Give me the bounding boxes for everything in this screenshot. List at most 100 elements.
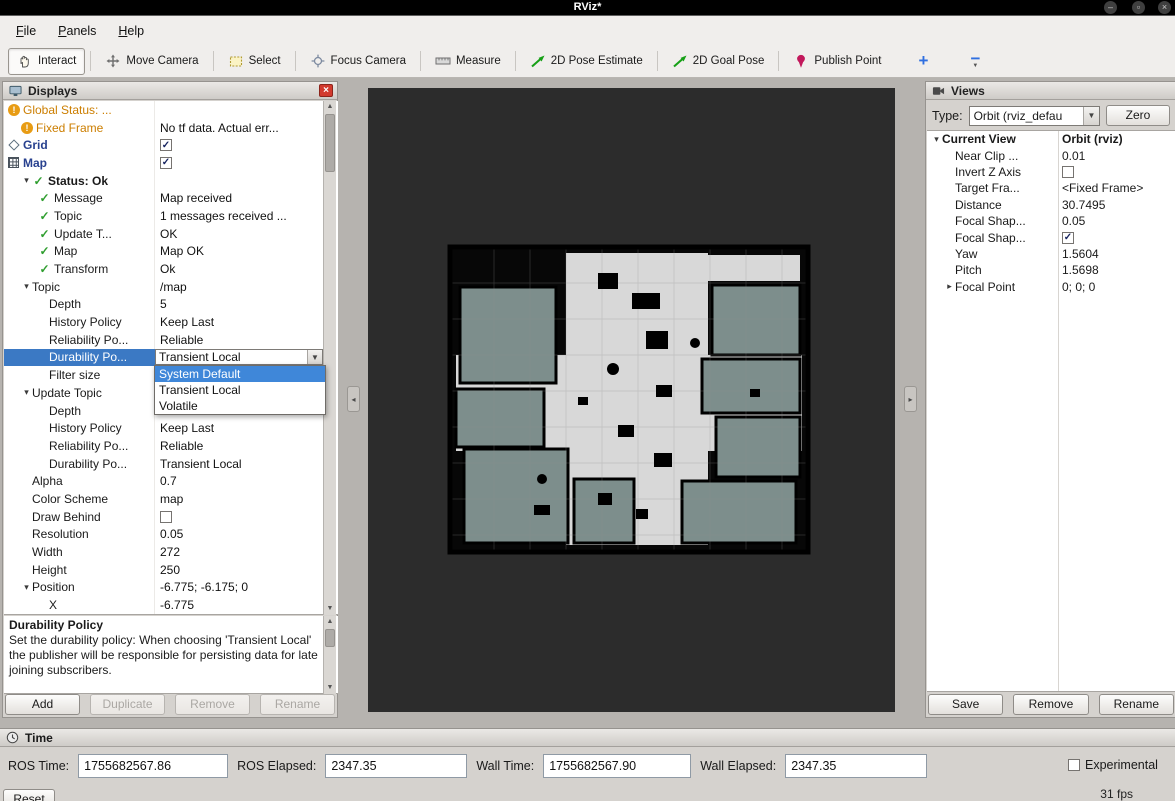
scrollbar-thumb[interactable]	[325, 114, 335, 172]
close-panel-icon[interactable]: ×	[319, 84, 333, 97]
minimize-button[interactable]: –	[1104, 1, 1117, 14]
tree-row[interactable]: ✓ Update T... OK	[4, 224, 325, 243]
tree-row[interactable]: ✓ Message Map received	[4, 189, 325, 208]
tree-row[interactable]: Yaw 1.5604	[927, 246, 1175, 262]
dropdown-option[interactable]: Volatile	[155, 398, 325, 414]
collapse-expander-icon[interactable]: ▾	[21, 281, 32, 292]
tree-row[interactable]: Draw Behind	[4, 507, 325, 526]
tree-row[interactable]: Width 272	[4, 543, 325, 561]
tree-row[interactable]: Near Clip ... 0.01	[927, 147, 1175, 163]
collapse-expander-icon[interactable]: ▾	[21, 175, 32, 186]
tree-row[interactable]: ! Global Status: ...	[4, 101, 325, 119]
render-viewport[interactable]	[368, 88, 895, 712]
chevron-down-icon[interactable]: ▼	[1083, 106, 1099, 125]
tree-row[interactable]: Depth 5	[4, 295, 325, 314]
left-splitter-handle[interactable]: ◂	[347, 386, 360, 412]
views-panel-header[interactable]: Views	[926, 82, 1175, 100]
scroll-down-icon[interactable]: ▼	[324, 603, 336, 615]
title-bar[interactable]: RViz* – ▫ ×	[0, 0, 1175, 15]
checkbox-unchecked[interactable]	[1062, 165, 1074, 178]
view-type-combo[interactable]: Orbit (rviz_defau ▼	[968, 105, 1100, 126]
dropdown-option[interactable]: System Default	[155, 366, 325, 382]
menu-item-help[interactable]: Help	[108, 20, 154, 42]
tree-row[interactable]: Height 250	[4, 560, 325, 579]
tree-row[interactable]: History Policy Keep Last	[4, 313, 325, 331]
tree-row[interactable]: Grid	[4, 136, 325, 155]
checkbox-checked[interactable]	[160, 139, 172, 152]
displays-scrollbar[interactable]: ▲ ▼	[323, 101, 336, 615]
add-tool-button[interactable]: +	[909, 49, 939, 73]
menu-item-file[interactable]: File	[6, 20, 46, 42]
add-display-button[interactable]: Add	[5, 694, 80, 715]
tree-row[interactable]: Reliability Po... Reliable	[4, 437, 325, 455]
tree-row[interactable]: Invert Z Axis	[927, 164, 1175, 180]
time-field-input[interactable]	[785, 754, 928, 778]
tool-move-camera[interactable]: Move Camera	[96, 48, 207, 75]
tool-focus-camera[interactable]: Focus Camera	[301, 48, 415, 75]
tree-row[interactable]: ✓ Map Map OK	[4, 242, 325, 261]
expand-expander-icon[interactable]: ▸	[944, 281, 955, 292]
experimental-checkbox[interactable]	[1068, 759, 1080, 771]
rename-display-button[interactable]: Rename	[260, 694, 335, 715]
tree-row[interactable]: Focal Shap...	[927, 229, 1175, 245]
time-field-input[interactable]	[325, 754, 468, 778]
tree-row[interactable]: ! Fixed Frame No tf data. Actual err...	[4, 118, 325, 137]
tree-row[interactable]: Target Fra... <Fixed Frame>	[927, 180, 1175, 196]
scrollbar-thumb[interactable]	[325, 629, 335, 647]
remove-display-button[interactable]: Remove	[175, 694, 250, 715]
collapse-expander-icon[interactable]: ▾	[21, 582, 32, 593]
checkbox-checked[interactable]	[160, 156, 172, 169]
tree-row[interactable]: Focal Shap... 0.05	[927, 213, 1175, 229]
zero-button[interactable]: Zero	[1106, 105, 1170, 126]
tree-row[interactable]: ✓ Transform Ok	[4, 260, 325, 278]
tree-row[interactable]: ✓ Topic 1 messages received ...	[4, 207, 325, 225]
time-panel-header[interactable]: Time	[0, 729, 1175, 747]
tree-row[interactable]: Resolution 0.05	[4, 525, 325, 544]
right-splitter-handle[interactable]: ▸	[904, 386, 917, 412]
tree-row[interactable]: X -6.775	[4, 596, 325, 614]
dropdown-option[interactable]: Transient Local	[155, 382, 325, 398]
tool-measure[interactable]: Measure	[426, 48, 510, 75]
time-field-input[interactable]	[543, 754, 692, 778]
remove-tool-button[interactable]: − ▼	[960, 50, 990, 69]
tree-row[interactable]: Alpha 0.7	[4, 472, 325, 491]
tree-row[interactable]: ▾ Topic/map	[4, 277, 325, 296]
tree-row[interactable]: Distance 30.7495	[927, 197, 1175, 213]
reset-button[interactable]: Reset	[3, 789, 55, 801]
maximize-button[interactable]: ▫	[1132, 1, 1145, 14]
displays-panel-header[interactable]: Displays ×	[3, 82, 337, 100]
chevron-down-icon[interactable]: ▼	[307, 350, 322, 365]
experimental-toggle[interactable]: Experimental	[1068, 758, 1158, 772]
tree-row[interactable]: Color Scheme map	[4, 490, 325, 508]
scroll-up-icon[interactable]: ▲	[324, 101, 336, 113]
tree-row[interactable]: ▸ Focal Point 0; 0; 0	[927, 279, 1175, 295]
tree-row[interactable]: ▾ Current View Orbit (rviz)	[927, 131, 1175, 147]
close-window-button[interactable]: ×	[1158, 1, 1171, 14]
tree-row[interactable]: Map	[4, 154, 325, 172]
time-field-input[interactable]	[78, 754, 229, 778]
collapse-expander-icon[interactable]: ▾	[21, 387, 32, 398]
scroll-up-icon[interactable]: ▲	[324, 616, 336, 628]
tool-select[interactable]: Select	[219, 48, 290, 75]
collapse-expander-icon[interactable]: ▾	[931, 134, 942, 145]
tool-2d-goal-pose[interactable]: 2D Goal Pose	[663, 48, 774, 75]
tree-row[interactable]: Reliability Po... Reliable	[4, 330, 325, 349]
remove-view-button[interactable]: Remove	[1013, 694, 1089, 715]
tree-row[interactable]: ▾ ✓ Status: Ok	[4, 171, 325, 190]
help-scrollbar[interactable]: ▲ ▼	[323, 616, 336, 694]
tree-row[interactable]: Pitch 1.5698	[927, 262, 1175, 278]
value-combo-box[interactable]: Transient Local ▼	[155, 349, 323, 366]
checkbox-unchecked[interactable]	[160, 510, 172, 523]
tree-row[interactable]: ▾ Position -6.775; -6.175; 0	[4, 578, 325, 597]
tool-publish-point[interactable]: Publish Point	[784, 48, 890, 75]
tool-interact[interactable]: Interact	[8, 47, 86, 75]
tree-row[interactable]: Durability Po... Transient Local	[4, 454, 325, 473]
save-view-button[interactable]: Save	[928, 694, 1004, 715]
tool-2d-pose-estimate[interactable]: 2D Pose Estimate	[521, 48, 652, 75]
tree-row[interactable]: Durability Po... Transient Local ▼	[4, 348, 325, 367]
rename-view-button[interactable]: Rename	[1098, 694, 1174, 715]
checkbox-checked[interactable]	[1062, 231, 1074, 244]
duplicate-display-button[interactable]: Duplicate	[90, 694, 165, 715]
menu-item-panels[interactable]: Panels	[48, 20, 106, 42]
tree-row[interactable]: History Policy Keep Last	[4, 419, 325, 438]
